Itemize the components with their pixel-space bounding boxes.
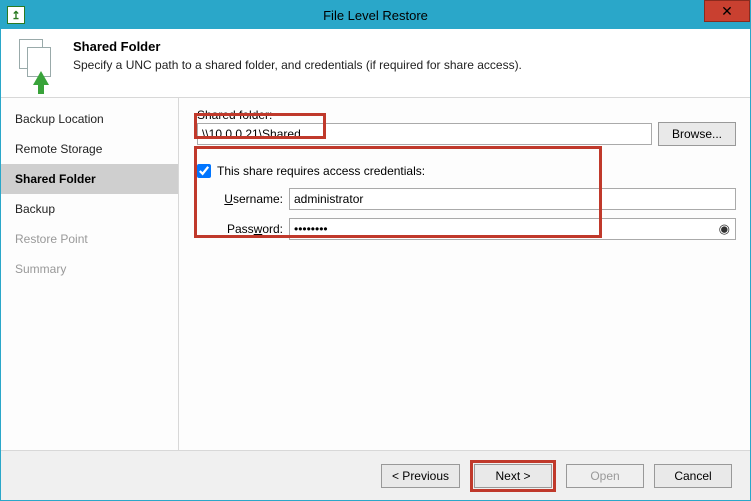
password-label: Password: (219, 222, 289, 236)
step-summary[interactable]: Summary (1, 254, 178, 284)
wizard-steps-sidebar: Backup Location Remote Storage Shared Fo… (1, 98, 179, 450)
browse-button[interactable]: Browse... (658, 122, 736, 146)
page-title: Shared Folder (73, 39, 522, 54)
main-panel: Shared folder: Browse... This share requ… (179, 98, 750, 450)
username-label: Username: (219, 192, 289, 206)
shared-folder-input[interactable] (197, 123, 652, 145)
step-backup-location[interactable]: Backup Location (1, 104, 178, 134)
wizard-footer: < Previous Next > Open Cancel (1, 450, 750, 500)
step-restore-point[interactable]: Restore Point (1, 224, 178, 254)
shared-folder-label: Shared folder: (197, 108, 736, 122)
reveal-password-icon[interactable]: ◉ (719, 221, 730, 237)
highlight-next: Next > (470, 460, 556, 492)
close-button[interactable]: ✕ (704, 0, 750, 22)
credentials-checkbox-row[interactable]: This share requires access credentials: (197, 164, 736, 178)
restore-icon (15, 39, 59, 83)
previous-button[interactable]: < Previous (381, 464, 460, 488)
credentials-checkbox-label: This share requires access credentials: (217, 164, 425, 178)
window-title: File Level Restore (1, 8, 750, 23)
username-input[interactable] (289, 188, 736, 210)
step-backup[interactable]: Backup (1, 194, 178, 224)
wizard-window: ↥ File Level Restore ✕ Shared Folder Spe… (0, 0, 751, 501)
cancel-button[interactable]: Cancel (654, 464, 732, 488)
page-description: Specify a UNC path to a shared folder, a… (73, 58, 522, 72)
wizard-header: Shared Folder Specify a UNC path to a sh… (1, 29, 750, 98)
step-shared-folder[interactable]: Shared Folder (1, 164, 178, 194)
step-remote-storage[interactable]: Remote Storage (1, 134, 178, 164)
credentials-checkbox[interactable] (197, 164, 211, 178)
open-button: Open (566, 464, 644, 488)
titlebar: ↥ File Level Restore ✕ (1, 1, 750, 29)
password-input[interactable] (289, 218, 736, 240)
next-button[interactable]: Next > (474, 464, 552, 488)
